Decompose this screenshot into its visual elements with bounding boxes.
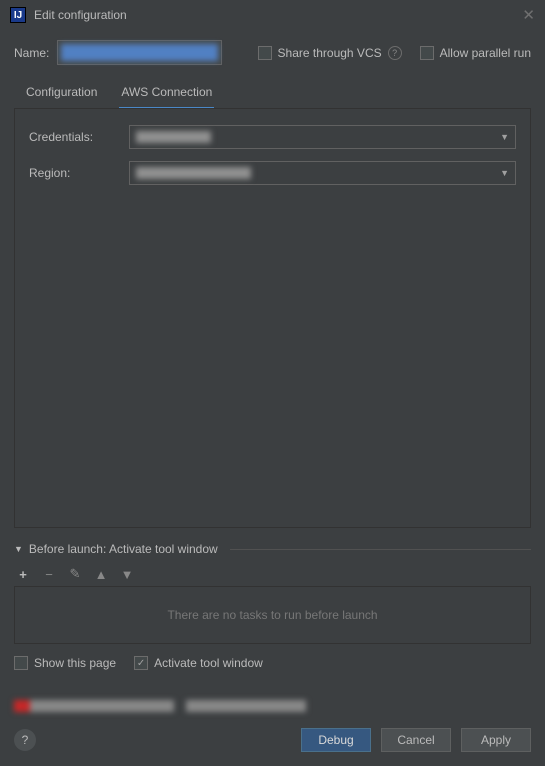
name-label: Name:	[14, 46, 49, 60]
allow-parallel-checkbox[interactable]	[420, 46, 434, 60]
apply-button[interactable]: Apply	[461, 728, 531, 752]
divider	[230, 549, 531, 550]
down-icon[interactable]: ▼	[120, 567, 134, 582]
app-icon: IJ	[10, 7, 26, 23]
edit-icon[interactable]: ✎	[68, 566, 82, 582]
tasks-empty: There are no tasks to run before launch	[14, 586, 531, 644]
tab-panel: Credentials: ▼ Region: ▼	[14, 108, 531, 528]
cancel-button[interactable]: Cancel	[381, 728, 451, 752]
name-input[interactable]	[57, 40, 222, 65]
tab-aws-connection[interactable]: AWS Connection	[119, 79, 214, 109]
show-page-checkbox[interactable]	[14, 656, 28, 670]
add-icon[interactable]: +	[16, 567, 30, 582]
activate-tool-label: Activate tool window	[154, 656, 263, 670]
up-icon[interactable]: ▲	[94, 567, 108, 582]
show-page-label: Show this page	[34, 656, 116, 670]
credentials-dropdown[interactable]: ▼	[129, 125, 516, 149]
activate-tool-checkbox[interactable]: ✓	[134, 656, 148, 670]
close-icon[interactable]: ✕	[522, 6, 535, 24]
share-vcs-label: Share through VCS	[278, 46, 382, 60]
before-launch-title: Before launch: Activate tool window	[29, 542, 218, 556]
allow-parallel-label: Allow parallel run	[440, 46, 531, 60]
error-message	[14, 698, 531, 714]
region-label: Region:	[29, 166, 129, 180]
remove-icon[interactable]: −	[42, 567, 56, 582]
region-dropdown[interactable]: ▼	[129, 161, 516, 185]
help-button[interactable]: ?	[14, 729, 36, 751]
tab-configuration[interactable]: Configuration	[24, 79, 99, 109]
help-icon[interactable]: ?	[388, 46, 402, 60]
share-vcs-checkbox[interactable]	[258, 46, 272, 60]
chevron-down-icon: ▼	[500, 132, 509, 142]
debug-button[interactable]: Debug	[301, 728, 371, 752]
collapse-icon[interactable]: ▼	[14, 544, 23, 554]
chevron-down-icon: ▼	[500, 168, 509, 178]
window-title: Edit configuration	[34, 8, 522, 22]
credentials-label: Credentials:	[29, 130, 129, 144]
